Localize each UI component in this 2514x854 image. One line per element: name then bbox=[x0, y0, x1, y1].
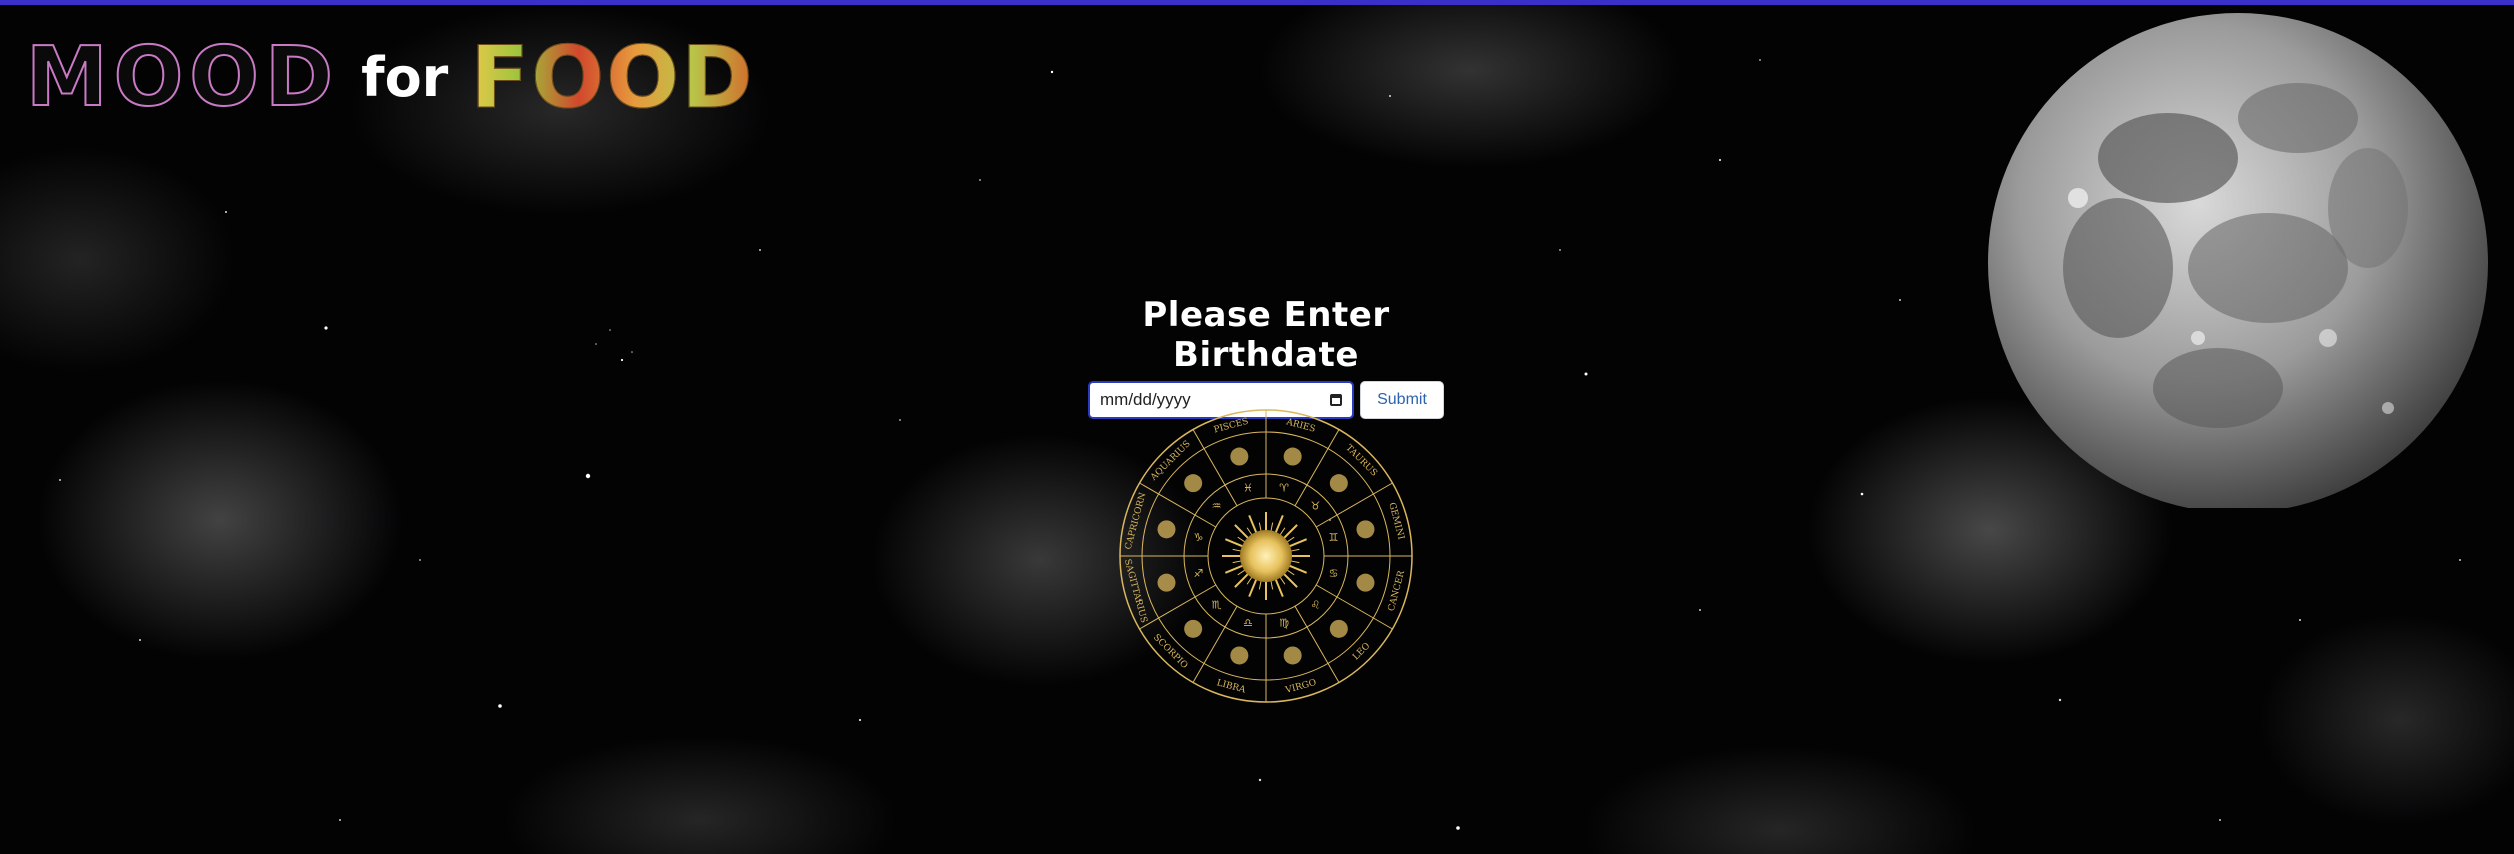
moon-image bbox=[1988, 13, 2488, 508]
zodiac-symbol-libra: ♎ bbox=[1243, 617, 1253, 630]
wheel-spoke bbox=[1139, 584, 1217, 630]
sun-icon bbox=[1240, 530, 1292, 582]
zodiac-symbol-sagittarius: ♐ bbox=[1193, 567, 1203, 580]
wheel-spoke bbox=[1315, 584, 1393, 630]
sun-ray bbox=[1274, 514, 1284, 535]
wheel-spoke bbox=[1294, 429, 1340, 507]
sun-ray bbox=[1224, 564, 1245, 574]
zodiac-label-virgo: VIRGO bbox=[1284, 678, 1318, 696]
zodiac-symbol-leo: ♌ bbox=[1311, 598, 1321, 611]
logo-mood-text: MOOD bbox=[25, 30, 340, 125]
sun-ray bbox=[1248, 514, 1258, 535]
zodiac-figure-leo bbox=[1329, 619, 1348, 638]
sun-ray bbox=[1282, 524, 1298, 540]
zodiac-symbol-cancer: ♋ bbox=[1329, 567, 1339, 580]
zodiac-figure-gemini bbox=[1356, 520, 1375, 539]
zodiac-symbol-aries: ♈ bbox=[1279, 481, 1289, 494]
zodiac-wheel-image: PISCES ARIESTAURUSGEMINICANCERLEOVIRGOLIB… bbox=[1119, 409, 1413, 703]
sun-ray bbox=[1287, 538, 1308, 548]
zodiac-symbol-scorpio: ♏ bbox=[1212, 598, 1222, 611]
zodiac-label-pisces: PISCES bbox=[1213, 417, 1250, 436]
zodiac-symbol-aquarius: ♒ bbox=[1212, 500, 1222, 513]
zodiac-figure-scorpio bbox=[1184, 619, 1203, 638]
site-logo[interactable]: MOOD for FOOD bbox=[25, 28, 755, 128]
wheel-spoke bbox=[1192, 429, 1238, 507]
zodiac-figure-pisces bbox=[1230, 447, 1249, 466]
logo-for-text: for bbox=[361, 46, 449, 109]
zodiac-figure-aries bbox=[1283, 447, 1302, 466]
zodiac-label-gemini: GEMINI bbox=[1386, 502, 1406, 542]
zodiac-symbol-capricorn: ♑ bbox=[1193, 531, 1203, 544]
wheel-spoke bbox=[1192, 605, 1238, 683]
zodiac-symbol-virgo: ♍ bbox=[1279, 617, 1289, 630]
zodiac-label-libra: LIBRA bbox=[1215, 678, 1246, 695]
sun-ray bbox=[1287, 564, 1308, 574]
zodiac-symbol-gemini: ♊ bbox=[1329, 531, 1339, 544]
zodiac-figure-capricorn bbox=[1157, 520, 1176, 539]
sun-ray bbox=[1234, 572, 1250, 588]
sun-ray bbox=[1224, 538, 1245, 548]
zodiac-figure-sagittarius bbox=[1157, 573, 1176, 592]
zodiac-figure-taurus bbox=[1329, 474, 1348, 493]
zodiac-label-cancer: CANCER bbox=[1387, 570, 1407, 613]
sun-ray bbox=[1274, 577, 1284, 598]
zodiac-figure-libra bbox=[1230, 646, 1249, 665]
zodiac-symbol-taurus: ♉ bbox=[1311, 500, 1321, 513]
wheel-spoke bbox=[1294, 605, 1340, 683]
zodiac-figure-aquarius bbox=[1184, 474, 1203, 493]
sun-ray bbox=[1234, 524, 1250, 540]
calendar-icon[interactable] bbox=[1330, 394, 1342, 406]
sun-ray bbox=[1248, 577, 1258, 598]
zodiac-symbol-pisces: ♓ bbox=[1243, 481, 1253, 494]
zodiac-label-taurus: TAURUS bbox=[1343, 443, 1378, 478]
form-title: Please Enter Birthdate bbox=[1142, 295, 1390, 375]
wheel-spoke bbox=[1139, 482, 1217, 528]
zodiac-figure-virgo bbox=[1283, 646, 1302, 665]
zodiac-label-aries: ARIES bbox=[1284, 417, 1316, 435]
wheel-spoke bbox=[1315, 482, 1393, 528]
zodiac-figure-cancer bbox=[1356, 573, 1375, 592]
zodiac-label-sagittarius: SAGITTARIUS bbox=[1122, 558, 1149, 624]
page-background: MOOD for FOOD Please Enter Birthdate mm/… bbox=[0, 0, 2514, 854]
zodiac-label-capricorn: CAPRICORN bbox=[1124, 491, 1149, 550]
logo-food-text: FOOD bbox=[470, 28, 755, 128]
birthdate-form: Please Enter Birthdate mm/dd/yyyy Submit bbox=[1086, 295, 1446, 419]
sun-ray bbox=[1282, 572, 1298, 588]
